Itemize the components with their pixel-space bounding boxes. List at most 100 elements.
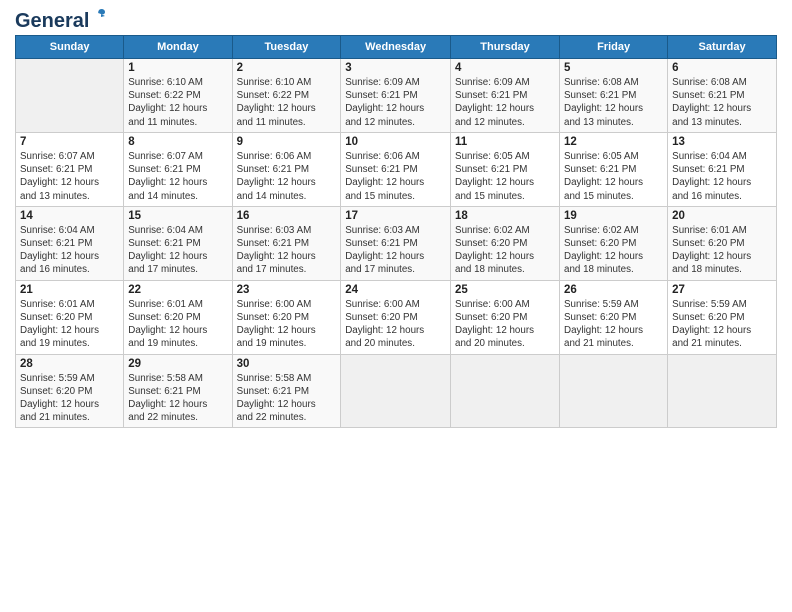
calendar-cell: 22 Sunrise: 6:01 AM Sunset: 6:20 PM Dayli… xyxy=(124,280,232,354)
day-number: 21 xyxy=(20,284,119,296)
weekday-header-wednesday: Wednesday xyxy=(341,36,451,59)
day-number: 19 xyxy=(564,210,663,222)
calendar-cell: 21 Sunrise: 6:01 AM Sunset: 6:20 PM Dayli… xyxy=(16,280,124,354)
calendar-week-row: 21 Sunrise: 6:01 AM Sunset: 6:20 PM Dayli… xyxy=(16,280,777,354)
day-info: Sunrise: 6:02 AM Sunset: 6:20 PM Dayligh… xyxy=(564,224,663,277)
calendar-cell: 23 Sunrise: 6:00 AM Sunset: 6:20 PM Dayli… xyxy=(232,280,341,354)
calendar-cell: 24 Sunrise: 6:00 AM Sunset: 6:20 PM Dayli… xyxy=(341,280,451,354)
calendar-cell xyxy=(16,59,124,133)
calendar-cell: 25 Sunrise: 6:00 AM Sunset: 6:20 PM Dayli… xyxy=(451,280,560,354)
calendar-cell: 27 Sunrise: 5:59 AM Sunset: 6:20 PM Dayli… xyxy=(668,280,777,354)
day-number: 1 xyxy=(128,62,227,74)
calendar-cell: 30 Sunrise: 5:58 AM Sunset: 6:21 PM Dayli… xyxy=(232,354,341,428)
calendar-cell: 16 Sunrise: 6:03 AM Sunset: 6:21 PM Dayli… xyxy=(232,206,341,280)
calendar-week-row: 14 Sunrise: 6:04 AM Sunset: 6:21 PM Dayli… xyxy=(16,206,777,280)
day-info: Sunrise: 6:00 AM Sunset: 6:20 PM Dayligh… xyxy=(455,298,555,351)
day-info: Sunrise: 6:01 AM Sunset: 6:20 PM Dayligh… xyxy=(128,298,227,351)
calendar-week-row: 28 Sunrise: 5:59 AM Sunset: 6:20 PM Dayli… xyxy=(16,354,777,428)
day-number: 25 xyxy=(455,284,555,296)
calendar-cell: 1 Sunrise: 6:10 AM Sunset: 6:22 PM Daylig… xyxy=(124,59,232,133)
day-info: Sunrise: 6:03 AM Sunset: 6:21 PM Dayligh… xyxy=(345,224,446,277)
day-info: Sunrise: 6:06 AM Sunset: 6:21 PM Dayligh… xyxy=(345,150,446,203)
day-number: 4 xyxy=(455,62,555,74)
day-info: Sunrise: 6:05 AM Sunset: 6:21 PM Dayligh… xyxy=(564,150,663,203)
calendar-cell: 28 Sunrise: 5:59 AM Sunset: 6:20 PM Dayli… xyxy=(16,354,124,428)
calendar-cell: 2 Sunrise: 6:10 AM Sunset: 6:22 PM Daylig… xyxy=(232,59,341,133)
day-number: 30 xyxy=(237,358,337,370)
logo-bird-icon xyxy=(91,8,107,24)
calendar-cell: 3Sunrise: 6:09 AM Sunset: 6:21 PM Daylig… xyxy=(341,59,451,133)
day-info: Sunrise: 6:10 AM Sunset: 6:22 PM Dayligh… xyxy=(237,76,337,129)
day-info: Sunrise: 6:10 AM Sunset: 6:22 PM Dayligh… xyxy=(128,76,227,129)
calendar-cell: 12 Sunrise: 6:05 AM Sunset: 6:21 PM Dayli… xyxy=(560,132,668,206)
day-number: 8 xyxy=(128,136,227,148)
day-info: Sunrise: 6:05 AM Sunset: 6:21 PM Dayligh… xyxy=(455,150,555,203)
day-info: Sunrise: 5:58 AM Sunset: 6:21 PM Dayligh… xyxy=(237,372,337,425)
weekday-header-friday: Friday xyxy=(560,36,668,59)
day-info: Sunrise: 6:02 AM Sunset: 6:20 PM Dayligh… xyxy=(455,224,555,277)
day-number: 29 xyxy=(128,358,227,370)
day-number: 3 xyxy=(345,62,446,74)
weekday-header-saturday: Saturday xyxy=(668,36,777,59)
day-number: 12 xyxy=(564,136,663,148)
calendar-cell xyxy=(451,354,560,428)
day-info: Sunrise: 6:04 AM Sunset: 6:21 PM Dayligh… xyxy=(128,224,227,277)
calendar-cell: 6Sunrise: 6:08 AM Sunset: 6:21 PM Daylig… xyxy=(668,59,777,133)
day-info: Sunrise: 6:07 AM Sunset: 6:21 PM Dayligh… xyxy=(128,150,227,203)
day-number: 22 xyxy=(128,284,227,296)
calendar-cell xyxy=(668,354,777,428)
day-number: 17 xyxy=(345,210,446,222)
calendar-cell: 8 Sunrise: 6:07 AM Sunset: 6:21 PM Daylig… xyxy=(124,132,232,206)
calendar-cell: 5 Sunrise: 6:08 AM Sunset: 6:21 PM Daylig… xyxy=(560,59,668,133)
header: General xyxy=(15,10,777,29)
day-number: 2 xyxy=(237,62,337,74)
calendar-cell: 17 Sunrise: 6:03 AM Sunset: 6:21 PM Dayli… xyxy=(341,206,451,280)
page-container: General SundayMondayTuesdayWednesdayThur… xyxy=(0,0,792,438)
day-number: 26 xyxy=(564,284,663,296)
day-info: Sunrise: 6:07 AM Sunset: 6:21 PM Dayligh… xyxy=(20,150,119,203)
day-number: 18 xyxy=(455,210,555,222)
day-number: 7 xyxy=(20,136,119,148)
day-info: Sunrise: 6:01 AM Sunset: 6:20 PM Dayligh… xyxy=(20,298,119,351)
day-number: 16 xyxy=(237,210,337,222)
weekday-header-monday: Monday xyxy=(124,36,232,59)
day-info: Sunrise: 6:08 AM Sunset: 6:21 PM Dayligh… xyxy=(672,76,772,129)
day-info: Sunrise: 6:06 AM Sunset: 6:21 PM Dayligh… xyxy=(237,150,337,203)
day-number: 5 xyxy=(564,62,663,74)
calendar-cell: 7 Sunrise: 6:07 AM Sunset: 6:21 PM Daylig… xyxy=(16,132,124,206)
calendar-cell: 10Sunrise: 6:06 AM Sunset: 6:21 PM Dayli… xyxy=(341,132,451,206)
weekday-header-row: SundayMondayTuesdayWednesdayThursdayFrid… xyxy=(16,36,777,59)
calendar-cell: 19 Sunrise: 6:02 AM Sunset: 6:20 PM Dayli… xyxy=(560,206,668,280)
day-number: 15 xyxy=(128,210,227,222)
day-info: Sunrise: 6:03 AM Sunset: 6:21 PM Dayligh… xyxy=(237,224,337,277)
day-number: 13 xyxy=(672,136,772,148)
logo: General xyxy=(15,10,89,29)
calendar-cell: 4 Sunrise: 6:09 AM Sunset: 6:21 PM Daylig… xyxy=(451,59,560,133)
day-info: Sunrise: 6:04 AM Sunset: 6:21 PM Dayligh… xyxy=(672,150,772,203)
day-number: 28 xyxy=(20,358,119,370)
calendar-cell: 13 Sunrise: 6:04 AM Sunset: 6:21 PM Dayli… xyxy=(668,132,777,206)
calendar-cell: 26 Sunrise: 5:59 AM Sunset: 6:20 PM Dayli… xyxy=(560,280,668,354)
day-number: 11 xyxy=(455,136,555,148)
day-number: 14 xyxy=(20,210,119,222)
calendar-cell xyxy=(560,354,668,428)
calendar-cell: 29Sunrise: 5:58 AM Sunset: 6:21 PM Dayli… xyxy=(124,354,232,428)
weekday-header-thursday: Thursday xyxy=(451,36,560,59)
calendar-cell: 11 Sunrise: 6:05 AM Sunset: 6:21 PM Dayli… xyxy=(451,132,560,206)
day-number: 27 xyxy=(672,284,772,296)
day-number: 23 xyxy=(237,284,337,296)
day-number: 24 xyxy=(345,284,446,296)
calendar-cell: 14Sunrise: 6:04 AM Sunset: 6:21 PM Dayli… xyxy=(16,206,124,280)
calendar-cell: 15 Sunrise: 6:04 AM Sunset: 6:21 PM Dayli… xyxy=(124,206,232,280)
calendar-cell: 18 Sunrise: 6:02 AM Sunset: 6:20 PM Dayli… xyxy=(451,206,560,280)
calendar-week-row: 1 Sunrise: 6:10 AM Sunset: 6:22 PM Daylig… xyxy=(16,59,777,133)
day-info: Sunrise: 5:59 AM Sunset: 6:20 PM Dayligh… xyxy=(564,298,663,351)
day-info: Sunrise: 5:59 AM Sunset: 6:20 PM Dayligh… xyxy=(20,372,119,425)
day-info: Sunrise: 6:08 AM Sunset: 6:21 PM Dayligh… xyxy=(564,76,663,129)
day-info: Sunrise: 6:09 AM Sunset: 6:21 PM Dayligh… xyxy=(455,76,555,129)
day-info: Sunrise: 6:00 AM Sunset: 6:20 PM Dayligh… xyxy=(345,298,446,351)
day-info: Sunrise: 6:00 AM Sunset: 6:20 PM Dayligh… xyxy=(237,298,337,351)
day-number: 20 xyxy=(672,210,772,222)
day-info: Sunrise: 5:59 AM Sunset: 6:20 PM Dayligh… xyxy=(672,298,772,351)
weekday-header-sunday: Sunday xyxy=(16,36,124,59)
